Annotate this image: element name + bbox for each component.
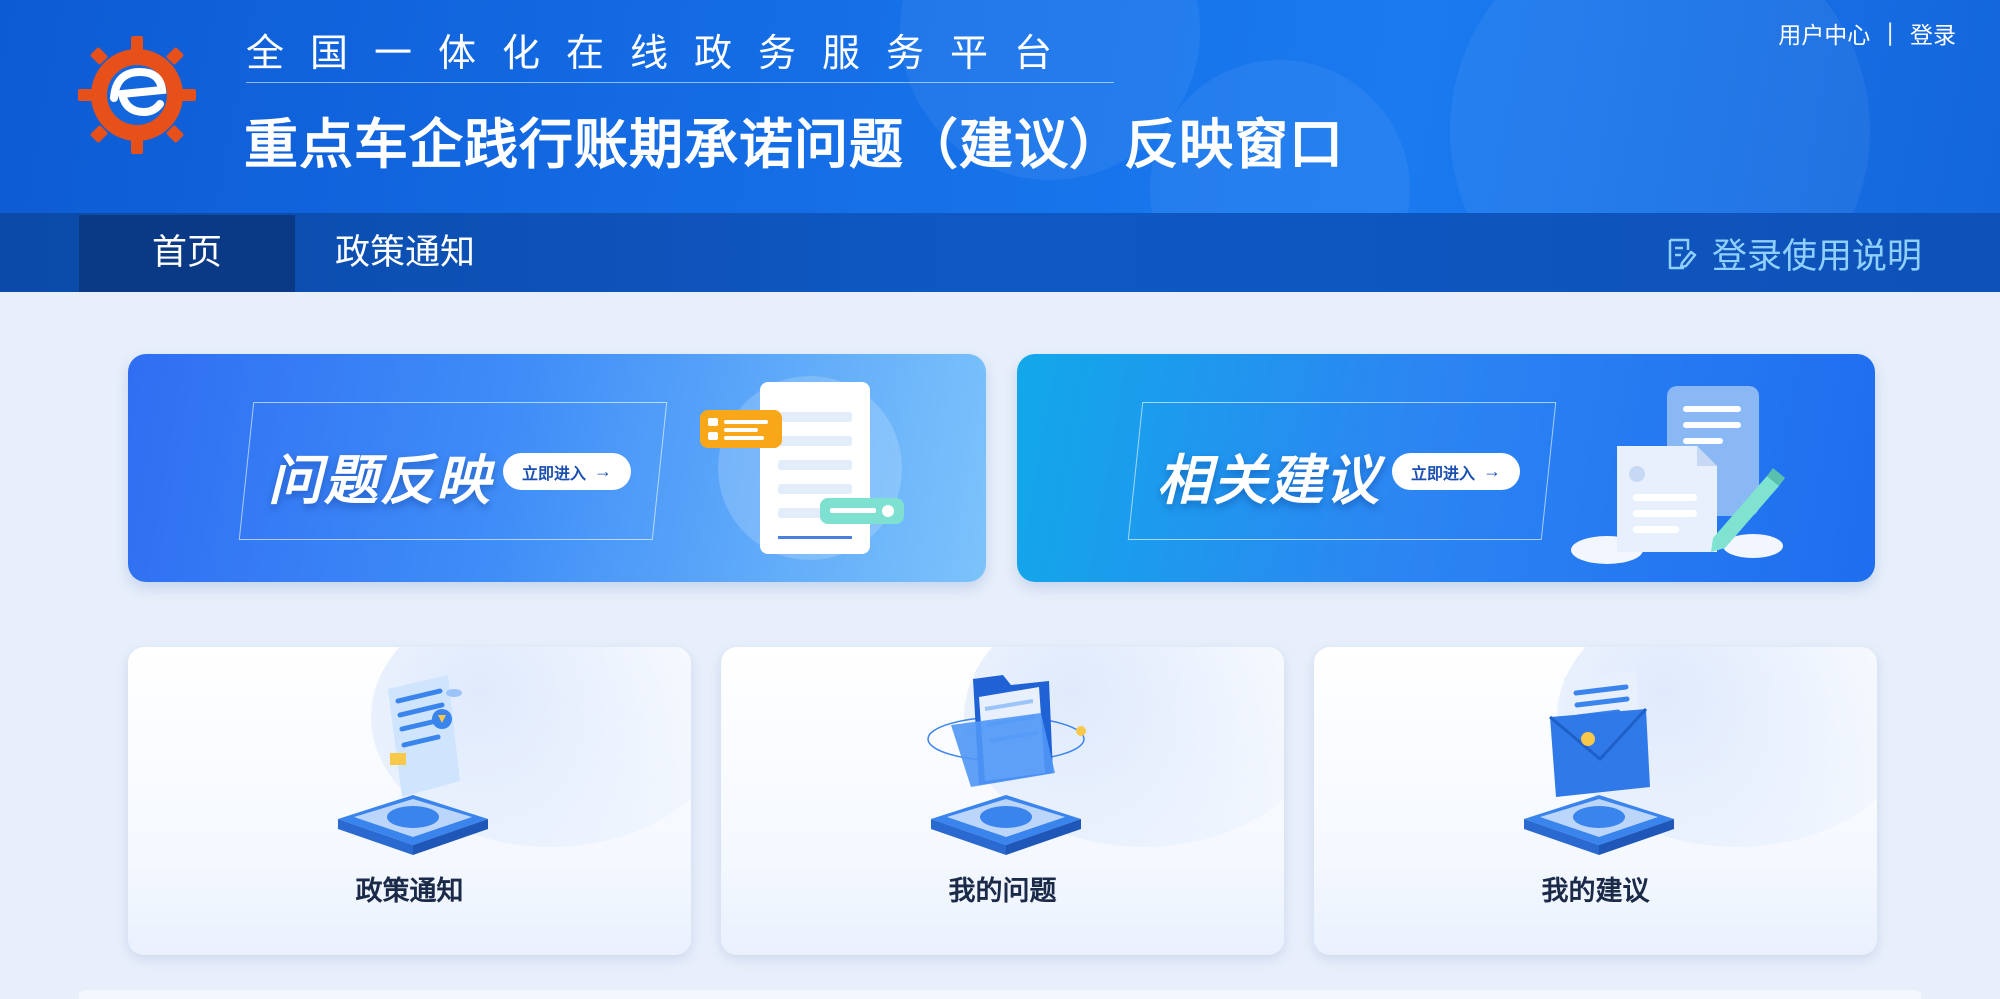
site-header: 全国一体化在线政务服务平台 重点车企践行账期承诺问题（建议）反映窗口 用户中心 … [0,0,2000,213]
document-pen-icon [1571,386,1785,564]
card-my-problems[interactable]: 我的问题 [721,647,1284,955]
login-help-link[interactable]: 登录使用说明 [1666,215,1922,292]
login-link[interactable]: 登录 [1910,16,1956,50]
header-divider [246,82,1114,83]
arrow-right-icon: → [594,461,612,481]
edit-document-icon [1668,238,1697,269]
content-section-top [79,990,1921,999]
platform-logo-icon [78,36,196,154]
card-label: 政策通知 [355,876,464,907]
certificate-scroll-icon [338,675,488,855]
enter-button-label: 立即进入 [521,465,586,483]
nav-home[interactable]: 首页 [79,215,295,292]
banner-problem-report[interactable]: 问题反映 立即进入 → [128,354,986,582]
platform-name: 全国一体化在线政务服务平台 [246,31,1079,75]
banner-title: 相关建议 [1157,449,1381,512]
login-help-label: 登录使用说明 [1711,237,1922,277]
chat-document-icon [700,376,904,560]
banner-suggestions[interactable]: 相关建议 立即进入 → [1017,354,1875,582]
enter-button-label: 立即进入 [1410,465,1475,483]
card-label: 我的问题 [948,876,1057,907]
card-label: 我的建议 [1541,876,1650,907]
card-policy-notice[interactable]: 政策通知 [128,647,691,955]
nav-policy-notice[interactable]: 政策通知 [295,215,515,292]
site-title: 重点车企践行账期承诺问题（建议）反映窗口 [244,113,1344,176]
card-my-suggestions[interactable]: 我的建议 [1314,647,1877,955]
mail-envelope-icon [1524,671,1674,855]
user-center-link[interactable]: 用户中心 [1778,16,1870,50]
enter-problem-report-button[interactable]: 立即进入 → [503,453,631,490]
folder-icon [927,675,1086,855]
banner-title: 问题反映 [268,449,492,512]
main-nav: 首页 政策通知 登录使用说明 [0,213,2000,292]
top-links: 用户中心 | 登录 [1778,16,1956,50]
enter-suggestions-button[interactable]: 立即进入 → [1392,453,1520,490]
arrow-right-icon: → [1483,461,1501,481]
top-links-separator: | [1886,20,1894,46]
